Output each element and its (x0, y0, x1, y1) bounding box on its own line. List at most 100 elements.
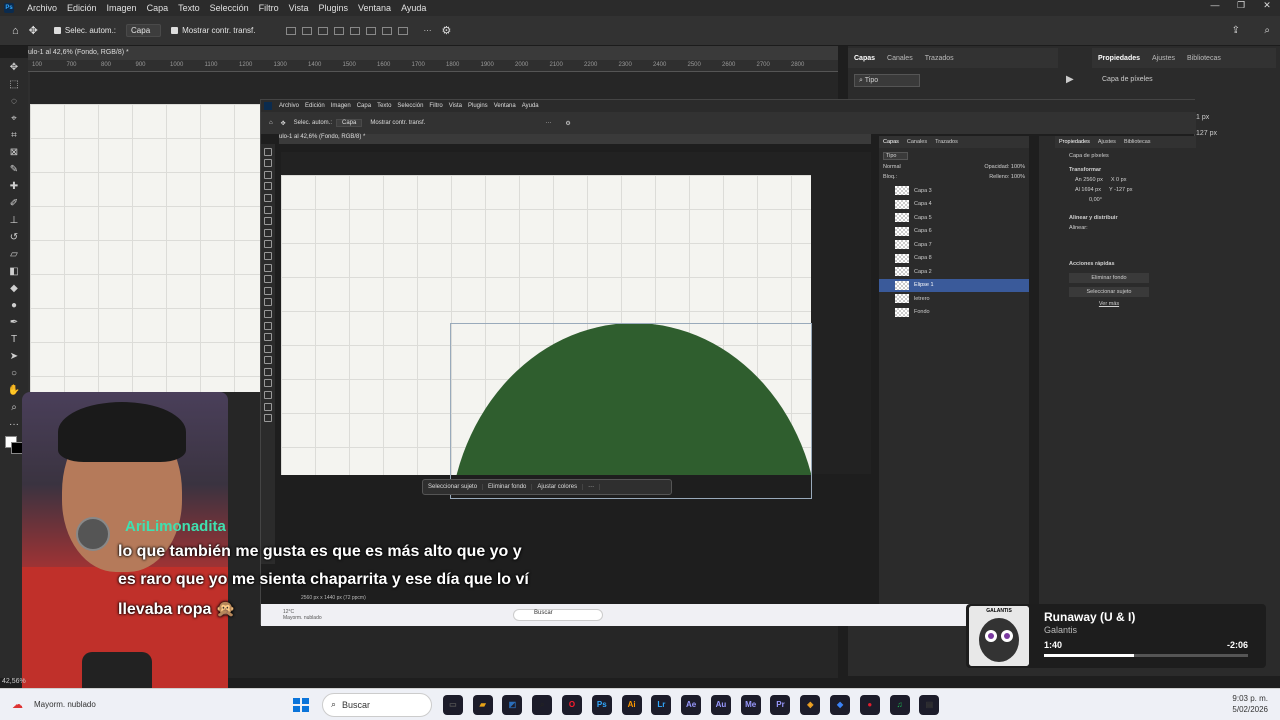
transform-bounding-box[interactable] (450, 323, 812, 499)
taskbar-app-icon[interactable]: Lr (651, 694, 672, 715)
align-top-icon[interactable] (333, 26, 344, 35)
taskbar-app-icon[interactable]: Ps (591, 694, 612, 715)
document-canvas[interactable] (30, 104, 260, 392)
align-section[interactable]: Alinear y distribuir (1039, 203, 1196, 221)
layer-row[interactable]: Capa 3 (879, 184, 1029, 198)
stamp-tool-icon[interactable]: ⊥ (7, 214, 21, 228)
quick-actions-section[interactable]: Acciones rápidas (1039, 231, 1196, 267)
inner-menu-seleccion[interactable]: Selección (394, 103, 426, 109)
menu-ventana[interactable]: Ventana (353, 3, 396, 13)
windows-start-icon[interactable] (290, 695, 312, 715)
layer-row[interactable]: Capa 5 (879, 211, 1029, 225)
tab-propiedades[interactable]: Propiedades (1098, 55, 1140, 62)
type-tool-icon[interactable]: T (7, 333, 21, 347)
blend-mode-dropdown[interactable]: Normal (883, 164, 901, 170)
zoom-tool-icon[interactable]: ⌕ (7, 401, 21, 415)
menu-vista[interactable]: Vista (284, 3, 314, 13)
more-options-icon[interactable]: ··· (545, 120, 551, 126)
color-swatches[interactable] (5, 436, 23, 456)
tab-canales[interactable]: Canales (887, 55, 913, 62)
align-left-icon[interactable] (285, 26, 296, 35)
menu-imagen[interactable]: Imagen (102, 3, 142, 13)
blur-tool-icon[interactable]: ◆ (7, 282, 21, 296)
taskbar-search[interactable]: ⌕ Buscar (322, 692, 432, 717)
minimize-button[interactable]: — (1202, 0, 1228, 11)
menu-seleccion[interactable]: Selección (205, 3, 254, 13)
menu-capa[interactable]: Capa (142, 3, 174, 13)
move-tool-icon[interactable]: ✥ (29, 24, 38, 37)
layers-filter[interactable]: ⌕ Tipo (854, 74, 920, 87)
select-subject-button[interactable]: Seleccionar sujeto (1069, 287, 1149, 297)
object-select-tool-icon[interactable]: ⌖ (7, 112, 21, 126)
taskbar-app-icon[interactable]: ⌕ (532, 694, 553, 715)
width-field[interactable]: 2560 px (1083, 177, 1103, 183)
align-right-icon[interactable] (317, 26, 328, 35)
gear-icon[interactable]: ⚙ (565, 120, 570, 127)
close-button[interactable]: ✕ (1254, 0, 1280, 11)
eraser-tool-icon[interactable]: ▱ (7, 248, 21, 262)
inner-search-box[interactable]: Buscar (513, 609, 603, 621)
taskbar-app-icon[interactable]: ▭ (442, 694, 463, 715)
crop-tool-icon[interactable]: ⌗ (7, 129, 21, 143)
fill-value[interactable]: 100% (1011, 174, 1025, 180)
distribute-v-icon[interactable] (397, 26, 408, 35)
brush-tool-icon[interactable]: ✐ (7, 197, 21, 211)
tab-trazados[interactable]: Trazados (925, 55, 954, 62)
inner-tab-ajustes[interactable]: Ajustes (1098, 139, 1116, 145)
layer-row[interactable]: Capa 4 (879, 198, 1029, 212)
tab-capas[interactable]: Capas (854, 55, 875, 62)
move-tool-icon[interactable]: ✥ (7, 61, 21, 75)
opacity-value[interactable]: 100% (1011, 164, 1025, 170)
inner-menu-plugins[interactable]: Plugins (465, 103, 491, 109)
path-select-icon[interactable]: ➤ (7, 350, 21, 364)
pen-tool-icon[interactable]: ✒ (7, 316, 21, 330)
play-icon[interactable]: ▶ (1066, 74, 1074, 85)
taskbar-app-icon[interactable]: ▰ (472, 694, 493, 715)
align-bottom-icon[interactable] (365, 26, 376, 35)
taskbar-app-icon[interactable]: ◩ (502, 694, 523, 715)
taskbar-app-icon[interactable]: Au (710, 694, 731, 715)
tab-ajustes[interactable]: Ajustes (1152, 55, 1175, 62)
remove-background-button[interactable]: Eliminar fondo (483, 484, 533, 490)
clock-date[interactable]: 5/02/2026 (1232, 704, 1268, 715)
more-options-icon[interactable]: ··· (424, 26, 432, 35)
inner-menu-vista[interactable]: Vista (446, 103, 465, 109)
height-field[interactable]: 1694 px (1081, 187, 1101, 193)
share-icon[interactable]: ⇪ (1232, 25, 1240, 36)
taskbar-app-icon[interactable]: Me (740, 694, 761, 715)
layer-row[interactable]: Capa 7 (879, 238, 1029, 252)
taskbar-app-icon[interactable]: ◆ (830, 694, 851, 715)
inner-tab-canales[interactable]: Canales (907, 139, 927, 145)
inner-tab-bibliotecas[interactable]: Bibliotecas (1124, 139, 1151, 145)
history-brush-icon[interactable]: ↺ (7, 231, 21, 245)
adjust-colors-button[interactable]: Ajustar colores (532, 484, 584, 490)
taskbar-app-icon[interactable]: ◈ (800, 694, 821, 715)
inner-menu-filtro[interactable]: Filtro (426, 103, 445, 109)
taskbar-app-icon[interactable]: Pr (770, 694, 791, 715)
gradient-tool-icon[interactable]: ◧ (7, 265, 21, 279)
home-icon[interactable]: ⌂ (12, 25, 19, 37)
search-icon[interactable]: ⌕ (1264, 25, 1270, 36)
x-field[interactable]: 0 px (1116, 177, 1126, 183)
menu-texto[interactable]: Texto (173, 3, 205, 13)
inner-layers-filter[interactable]: Tipo (883, 152, 908, 160)
taskbar-app-icon[interactable]: Ae (681, 694, 702, 715)
menu-plugins[interactable]: Plugins (314, 3, 354, 13)
move-tool-icon[interactable]: ✥ (281, 120, 286, 127)
auto-select-checkbox[interactable]: Selec. autom.: (53, 26, 116, 35)
inner-menu-capa[interactable]: Capa (354, 103, 374, 109)
hand-tool-icon[interactable]: ✋ (7, 384, 21, 398)
inner-menu-ventana[interactable]: Ventana (491, 103, 519, 109)
inner-menu-imagen[interactable]: Imagen (328, 103, 354, 109)
inner-menu-edicion[interactable]: Edición (302, 103, 328, 109)
maximize-button[interactable]: ❐ (1228, 0, 1254, 11)
clock-time[interactable]: 9:03 p. m. (1232, 693, 1268, 704)
more-tools-icon[interactable]: ··· (7, 418, 21, 432)
inner-auto-select[interactable]: Selec. autom.: (294, 120, 332, 126)
inner-tab-capas[interactable]: Capas (883, 139, 899, 145)
align-middle-icon[interactable] (349, 26, 360, 35)
document-tab[interactable]: ulo-1 al 42,6% (Fondo, RGB/8) * (28, 46, 838, 60)
gear-icon[interactable]: ⚙ (442, 24, 452, 37)
select-subject-button[interactable]: Seleccionar sujeto (423, 484, 484, 490)
menu-filtro[interactable]: Filtro (254, 3, 284, 13)
